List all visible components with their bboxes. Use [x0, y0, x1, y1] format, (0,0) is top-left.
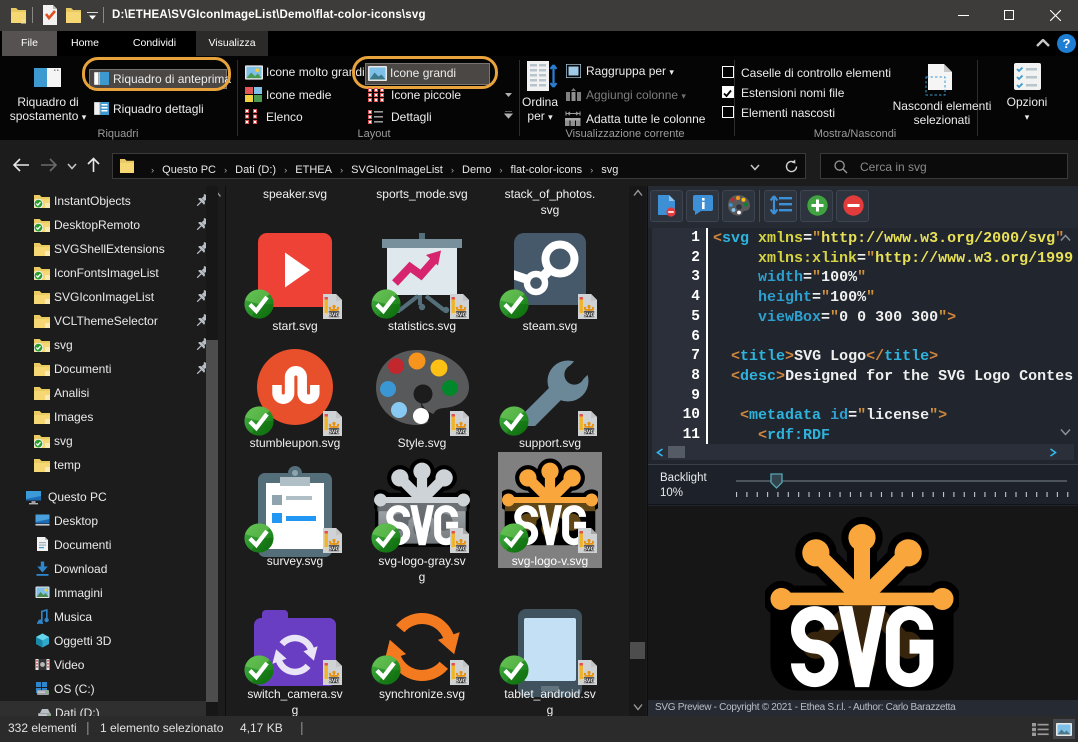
svg-text:SVG: SVG: [455, 678, 467, 684]
svg-text:SVG: SVG: [455, 312, 467, 318]
svg-text:SVG: SVG: [583, 312, 595, 318]
svg-text:SVG: SVG: [583, 546, 595, 552]
svg-text:SVG: SVG: [328, 678, 340, 684]
svg-text:SVG: SVG: [455, 546, 467, 552]
svg-text:?: ?: [1063, 36, 1071, 51]
svg-text:SVG: SVG: [455, 429, 467, 435]
svg-text:SVG: SVG: [328, 546, 340, 552]
svg-text:SVG: SVG: [583, 678, 595, 684]
svg-text:SVG: SVG: [583, 429, 595, 435]
svg-text:SVG: SVG: [328, 312, 340, 318]
svg-text:SVG: SVG: [328, 429, 340, 435]
